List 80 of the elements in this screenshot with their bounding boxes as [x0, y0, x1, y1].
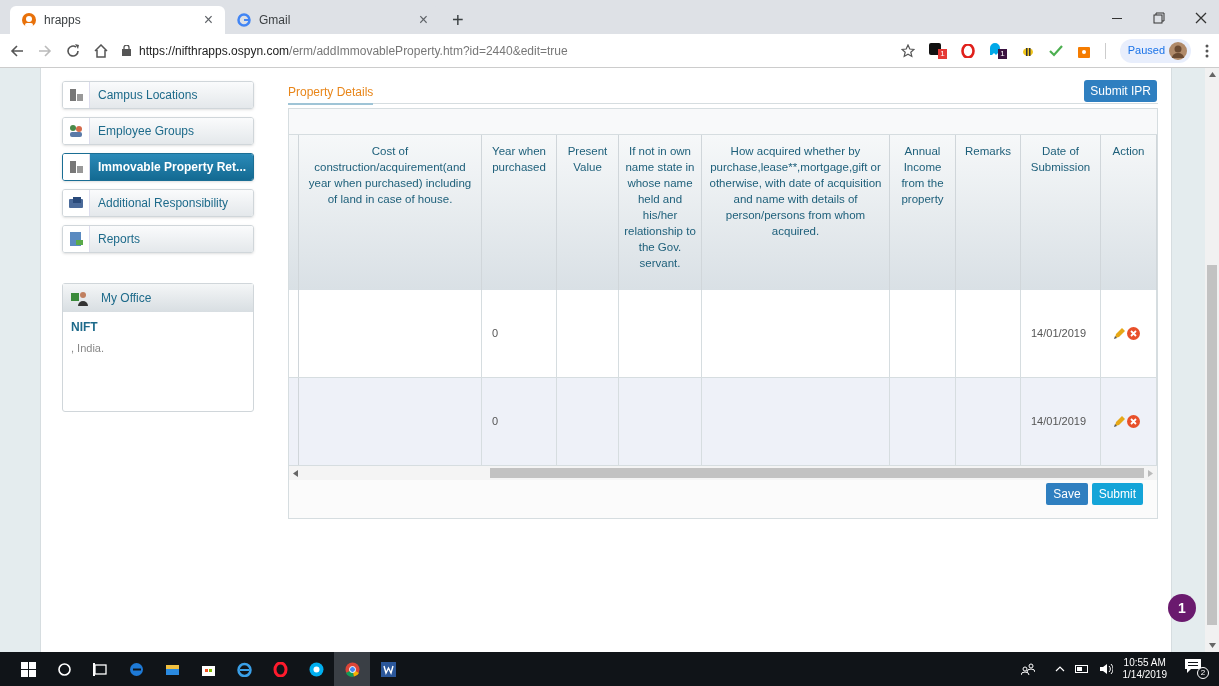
tab-title: hrapps — [44, 12, 82, 29]
notification-badge: 1 — [998, 48, 1007, 59]
table-cell-text: 0 — [492, 326, 499, 342]
home-icon[interactable] — [94, 43, 108, 58]
delete-icon[interactable] — [1127, 415, 1140, 428]
table-cell-text: 14/01/2019 — [1031, 326, 1087, 342]
horizontal-scrollbar[interactable] — [289, 466, 1157, 480]
more-icon[interactable] — [1205, 43, 1209, 58]
sidebar-item[interactable]: Immovable Property Ret... — [62, 153, 254, 181]
tab-close-button[interactable]: × — [203, 12, 213, 28]
task-view-icon[interactable] — [92, 661, 108, 677]
word-icon[interactable] — [380, 661, 396, 677]
ghost-icon — [988, 42, 1001, 55]
submit-button[interactable]: Submit — [1091, 483, 1143, 505]
document-icon — [68, 231, 84, 247]
url-text: https://nifthrapps.ospyn.com/erm/addImmovableProperty.htm?id=2440&edit=true — [139, 42, 568, 60]
circle-icon[interactable] — [56, 661, 72, 677]
column-header: Action — [1111, 144, 1146, 159]
person-icon — [71, 290, 89, 306]
delete-icon[interactable] — [1127, 327, 1140, 340]
sidebar-item[interactable]: Reports — [62, 225, 254, 253]
edit-icon[interactable] — [1113, 327, 1125, 340]
office-name: NIFT — [70, 319, 99, 336]
notification-badge: 1 — [938, 48, 947, 59]
right-arrow-icon — [1148, 469, 1153, 477]
google-g-icon — [237, 13, 251, 27]
column-header: How acquired whether by purchase,lease**,mortgage,gift or otherwise, with date of acquisition and name with details of person/persons from whom acquired. — [708, 144, 883, 239]
column-header: Remarks — [964, 144, 1012, 159]
chat-badge[interactable]: 1 — [1168, 594, 1196, 622]
chrome-icon[interactable] — [344, 661, 360, 677]
lock-icon — [122, 45, 131, 56]
tab-close-button[interactable]: × — [418, 12, 428, 28]
column-header: If not in own name state in whose name held and his/her relationship to the Gov. servant. — [623, 144, 697, 271]
edit-icon[interactable] — [1113, 415, 1125, 428]
column-header: Present Value — [566, 144, 609, 175]
sidebar-item[interactable]: Campus Locations — [62, 81, 254, 109]
windows-icon[interactable] — [20, 661, 36, 677]
table-cell-text: 14/01/2019 — [1031, 414, 1087, 430]
battery-icon[interactable] — [1074, 665, 1089, 673]
column-header: Annual Income from the property — [900, 144, 945, 207]
sidebar-item[interactable]: Employee Groups — [62, 117, 254, 145]
chevron-up-icon[interactable] — [1054, 666, 1065, 672]
star-icon[interactable] — [900, 43, 915, 58]
buildings-icon — [68, 159, 84, 175]
buildings-icon — [68, 87, 84, 103]
extension-icon[interactable]: 1 — [988, 42, 1007, 59]
restore-icon[interactable] — [1153, 12, 1165, 24]
reload-icon[interactable] — [66, 43, 80, 58]
notification-count: 2 — [1197, 667, 1209, 679]
clock[interactable]: 10:55 AM 1/14/2019 — [1122, 657, 1167, 681]
column-header: Year when purchased — [491, 144, 547, 175]
tab-title: Gmail — [259, 12, 292, 29]
message-icon — [1185, 659, 1201, 673]
browser-tab[interactable]: hrapps × — [10, 6, 225, 34]
square-icon — [928, 42, 941, 55]
column-header: Cost of construction/acquirement(and year when purchased) including of land in case of house. — [307, 144, 473, 207]
left-arrow-icon — [293, 469, 298, 477]
notification-center-button[interactable]: 2 — [1185, 659, 1209, 679]
table-cell-text: 0 — [492, 414, 499, 430]
save-button[interactable]: Save — [1046, 483, 1088, 505]
panel-title: My Office — [101, 290, 152, 307]
checkmark-icon[interactable] — [1048, 43, 1063, 58]
vertical-scrollbar[interactable] — [1205, 68, 1219, 652]
people-icon[interactable] — [1020, 663, 1035, 675]
people-icon — [68, 123, 84, 139]
up-arrow-icon — [1208, 72, 1216, 77]
column-header: Date of Submission — [1029, 144, 1092, 175]
person-icon — [22, 13, 36, 27]
submit-ipr-button[interactable]: Submit IPR — [1084, 80, 1157, 102]
office-address: , India. — [70, 341, 106, 356]
back-icon[interactable] — [10, 43, 24, 58]
sidebar-item[interactable]: Additional Responsibility — [62, 189, 254, 217]
speaker-icon[interactable] — [1098, 663, 1113, 675]
extension-icon[interactable]: 1 — [928, 42, 947, 59]
new-tab-button[interactable]: + — [452, 10, 464, 30]
avatar-icon — [1169, 41, 1187, 60]
profile-button[interactable]: Paused — [1119, 38, 1191, 63]
down-arrow-icon — [1208, 643, 1216, 648]
close-icon[interactable] — [1195, 12, 1207, 24]
address-bar[interactable]: https://nifthrapps.ospyn.com/erm/addImmovableProperty.htm?id=2440&edit=true — [122, 41, 887, 60]
